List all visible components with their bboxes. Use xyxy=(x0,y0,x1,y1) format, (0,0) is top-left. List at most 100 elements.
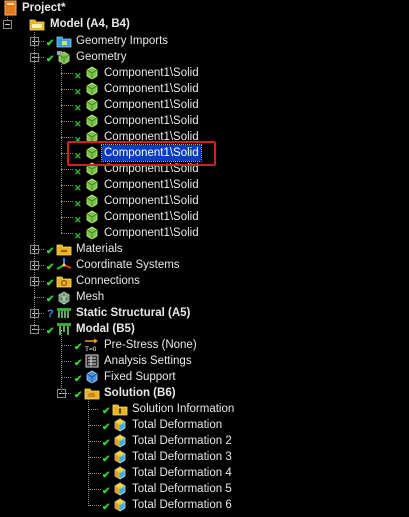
tree-connector xyxy=(61,330,62,394)
component-label: Component1\Solid xyxy=(104,195,199,207)
solid-body-icon xyxy=(86,194,98,208)
solid-body-icon xyxy=(86,178,98,192)
connections-label: Connections xyxy=(76,275,140,287)
geometry-label: Geometry xyxy=(76,51,127,63)
tree-node-geometry[interactable]: ✔ Geometry xyxy=(40,49,140,65)
tree-node-analysis-settings[interactable]: ✔ Analysis Settings xyxy=(68,353,208,369)
tree-node-component[interactable]: ✕ Component1\Solid xyxy=(61,177,218,193)
status-connected-icon: ✕ xyxy=(74,119,82,129)
static-structural-label: Static Structural (A5) xyxy=(76,307,191,319)
tree-connector xyxy=(34,41,44,42)
analysis-settings-label: Analysis Settings xyxy=(104,355,192,367)
total-deformation-icon xyxy=(114,466,126,480)
tree-connector xyxy=(89,489,101,490)
tree-node-total-deformation[interactable]: ✔ Total Deformation 2 xyxy=(89,433,256,449)
tree-node-connections[interactable]: ✔ Connections xyxy=(40,273,150,289)
tree-node-fixed-support[interactable]: ✔ Fixed Support xyxy=(68,369,188,385)
component-label: Component1\Solid xyxy=(104,115,199,127)
solution-information-label: Solution Information xyxy=(132,403,235,415)
status-check-icon: ✔ xyxy=(74,374,83,385)
tree-node-materials[interactable]: ✔ Materials xyxy=(40,241,150,257)
mesh-icon xyxy=(58,291,70,305)
tree-connector xyxy=(61,105,73,106)
total-deformation-label: Total Deformation 2 xyxy=(132,435,232,447)
tree-connector xyxy=(34,249,44,250)
tree-connector xyxy=(61,361,71,362)
tree-node-component[interactable]: ✕ Component1\Solid xyxy=(61,193,218,209)
component-label: Component1\Solid xyxy=(104,67,199,79)
tree-connector xyxy=(61,201,73,202)
status-connected-icon: ✕ xyxy=(74,103,82,113)
component-label: Component1\Solid xyxy=(104,227,199,239)
status-check-icon: ✔ xyxy=(46,246,55,257)
selection-highlight-box xyxy=(67,141,216,166)
tree-connector xyxy=(61,121,73,122)
materials-label: Materials xyxy=(76,243,123,255)
tree-node-model[interactable]: Model (A4, B4) xyxy=(12,16,172,32)
model-icon xyxy=(29,19,45,31)
tree-node-component[interactable]: ✕ Component1\Solid xyxy=(61,225,218,241)
solid-body-icon xyxy=(86,210,98,224)
fixed-support-icon xyxy=(86,370,98,384)
solid-body-icon xyxy=(86,114,98,128)
tree-connector xyxy=(61,377,71,378)
tree-node-modal[interactable]: ✔ Modal (B5) xyxy=(40,321,150,337)
tree-connector xyxy=(61,89,73,90)
component-label: Component1\Solid xyxy=(104,99,199,111)
tree-node-solution-information[interactable]: ✔ Solution Information xyxy=(96,401,236,417)
tree-node-component[interactable]: ✕ Component1\Solid xyxy=(61,113,218,129)
tree-connector xyxy=(89,441,101,442)
solid-body-icon xyxy=(86,226,98,240)
total-deformation-icon xyxy=(114,418,126,432)
project-icon xyxy=(4,0,17,16)
static-structural-icon xyxy=(57,308,71,318)
tree-connector xyxy=(89,425,101,426)
tree-node-component[interactable]: ✕ Component1\Solid xyxy=(61,65,218,81)
tree-node-total-deformation[interactable]: ✔ Total Deformation 4 xyxy=(89,465,256,481)
tree-node-total-deformation[interactable]: ✔ Total Deformation 5 xyxy=(89,481,256,497)
materials-icon xyxy=(56,244,72,256)
tree-connector xyxy=(61,233,73,234)
tree-node-component[interactable]: ✕ Component1\Solid xyxy=(61,97,218,113)
tree-node-pre-stress[interactable]: ✔ T=0 Pre-Stress (None) xyxy=(68,337,208,353)
status-check-icon: ✔ xyxy=(74,342,83,353)
component-label: Component1\Solid xyxy=(104,83,199,95)
connections-icon xyxy=(56,276,72,288)
tree-connector xyxy=(61,137,73,138)
tree-node-total-deformation[interactable]: ✔ Total Deformation 3 xyxy=(89,449,256,465)
tree-node-static-structural[interactable]: ? Static Structural (A5) xyxy=(40,305,210,321)
status-check-icon: ✔ xyxy=(46,326,55,337)
status-question-icon: ? xyxy=(47,308,54,320)
tree-node-project[interactable]: Project* xyxy=(0,0,140,16)
tree-node-total-deformation[interactable]: ✔ Total Deformation 6 xyxy=(89,497,256,513)
status-connected-icon: ✕ xyxy=(74,199,82,209)
coordinate-systems-label: Coordinate Systems xyxy=(76,259,180,271)
model-collapse-toggle[interactable] xyxy=(3,20,12,29)
tree-connector xyxy=(89,505,101,506)
status-check-icon: ✔ xyxy=(102,470,111,481)
tree-connector xyxy=(34,265,44,266)
mesh-label: Mesh xyxy=(76,291,105,303)
tree-node-coordinate-systems[interactable]: ✔ Coordinate Systems xyxy=(40,257,190,273)
status-check-icon: ✔ xyxy=(102,502,111,513)
tree-node-solution[interactable]: ✔ Solution (B6) xyxy=(68,385,188,401)
solution-icon xyxy=(84,388,100,400)
solid-body-icon xyxy=(86,66,98,80)
tree-connector xyxy=(61,73,73,74)
status-connected-icon: ✕ xyxy=(74,231,82,241)
tree-connector xyxy=(34,29,35,329)
tree-node-component[interactable]: ✕ Component1\Solid xyxy=(61,209,218,225)
tree-connector xyxy=(61,169,73,170)
tree-connector xyxy=(34,329,44,330)
tree-connector xyxy=(34,281,44,282)
tree-connector xyxy=(89,457,101,458)
tree-node-geometry-imports[interactable]: ✔ Geometry Imports xyxy=(40,33,190,49)
tree-node-total-deformation[interactable]: ✔ Total Deformation xyxy=(89,417,256,433)
tree-node-component[interactable]: ✕ Component1\Solid xyxy=(61,81,218,97)
tree-node-mesh[interactable]: ✔ Mesh xyxy=(40,289,120,305)
solution-information-icon xyxy=(112,404,128,416)
status-connected-icon: ✕ xyxy=(74,215,82,225)
tree-connector xyxy=(34,297,44,298)
solid-body-icon xyxy=(86,98,98,112)
pre-stress-label: Pre-Stress (None) xyxy=(104,339,197,351)
